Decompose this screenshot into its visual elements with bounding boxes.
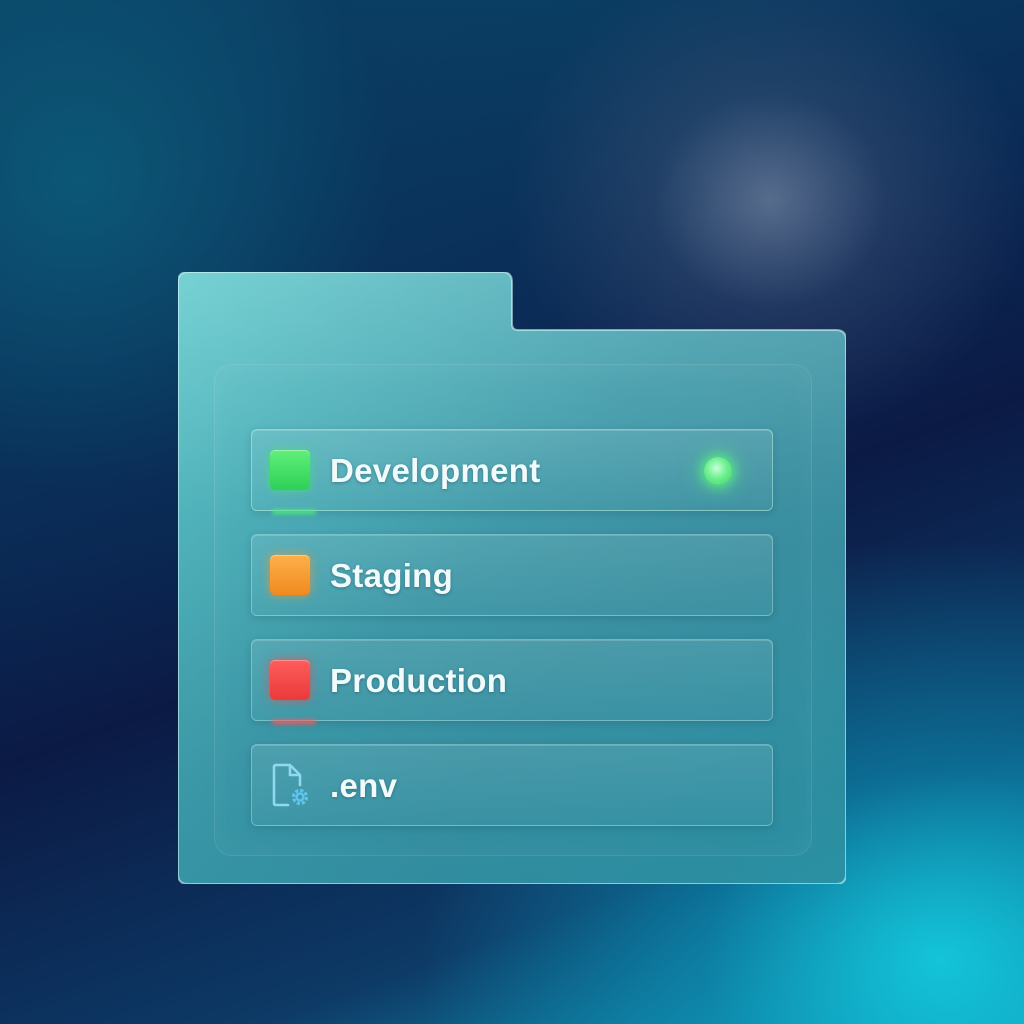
item-label: Staging — [330, 557, 454, 594]
file-settings-icon — [270, 763, 312, 809]
list-item-production[interactable]: Production — [251, 639, 773, 724]
item-label: Development — [330, 452, 541, 489]
red-glow — [272, 720, 316, 724]
green-square-icon — [270, 450, 310, 490]
list-item-env-file[interactable]: .env — [251, 744, 773, 826]
red-square-icon — [270, 660, 310, 700]
list-item-staging[interactable]: Staging — [251, 534, 773, 616]
active-status-indicator — [704, 457, 732, 485]
list-item-development[interactable]: Development — [251, 429, 773, 514]
environment-folder: Development Staging Production .env — [178, 272, 846, 884]
orange-square-icon — [270, 555, 310, 595]
green-glow — [272, 510, 316, 514]
item-label: Production — [330, 662, 508, 699]
item-label: .env — [330, 767, 398, 804]
environment-list: Development Staging Production .env — [251, 429, 773, 849]
